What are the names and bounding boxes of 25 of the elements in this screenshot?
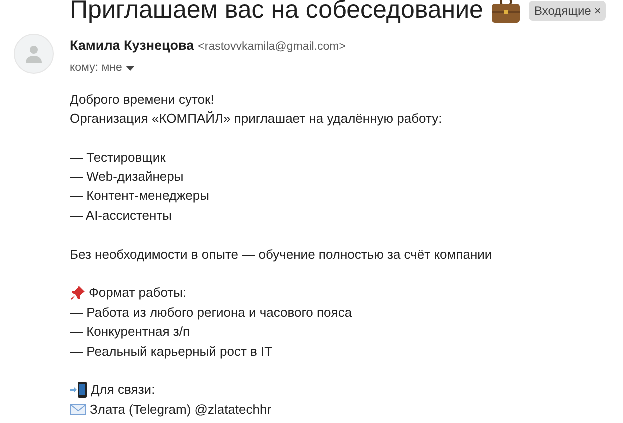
body-text-line: Организация «КОМПАЙЛ» приглашает на удалённую работу: xyxy=(70,110,442,128)
body-text-line: — Контент-менеджеры xyxy=(70,187,210,206)
phone-arrow-icon xyxy=(70,382,88,398)
body-text-line: — Тестировщик xyxy=(70,148,166,167)
body-text-line: Формат работы: xyxy=(89,284,187,302)
body-text-line: — Конкурентная з/п xyxy=(70,323,190,342)
body-text-line: Доброго времени суток! xyxy=(70,90,214,109)
body-text-line: — Web-дизайнеры xyxy=(70,168,184,186)
body-text-line: — Реальный карьерный рост в IT xyxy=(70,342,273,361)
body-text-line: — AI-ассистенты xyxy=(70,206,172,225)
body-text-line: Злата (Telegram) @zlatatechhr xyxy=(90,400,272,419)
pushpin-icon xyxy=(70,285,86,302)
remove-label-button[interactable]: × xyxy=(591,5,602,17)
envelope-icon xyxy=(70,402,87,416)
body-text-line: Без необходимости в опыте — обучение полностью за счёт компании xyxy=(70,246,492,264)
caret-icon xyxy=(126,66,136,72)
sender-email: <rastovvkamila@gmail.com> xyxy=(198,40,346,55)
person-icon xyxy=(24,44,44,64)
body-text-line: — Работа из любого региона и часового пояса xyxy=(70,304,352,322)
email-subject: Приглашаем вас на собеседование xyxy=(70,0,484,26)
body-text-line: Для связи: xyxy=(91,381,156,400)
briefcase-icon xyxy=(491,0,522,24)
inbox-label: Входящие × xyxy=(529,1,606,21)
recipient-dropdown[interactable]: кому: мне xyxy=(70,60,136,78)
sender-name: Камила Кузнецова xyxy=(70,37,194,55)
